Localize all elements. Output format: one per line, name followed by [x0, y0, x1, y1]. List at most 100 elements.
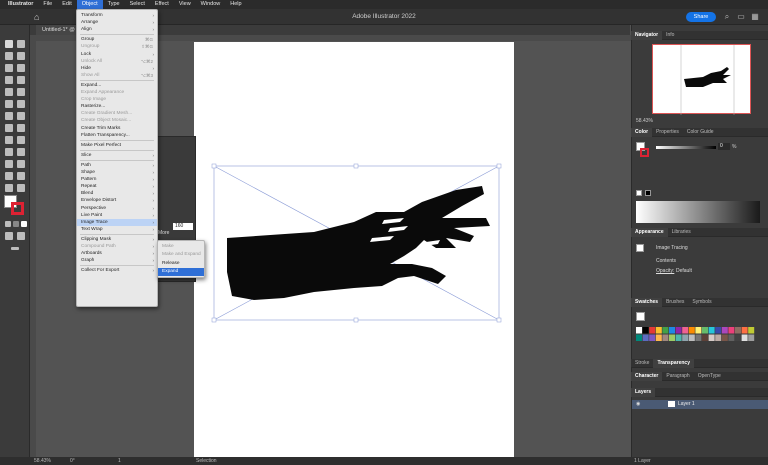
tab-appearance[interactable]: Appearance [631, 227, 668, 237]
color-swatch[interactable] [721, 327, 728, 334]
color-swatch[interactable] [695, 334, 702, 342]
status-zoom[interactable]: 58.43% [34, 457, 51, 465]
menu-item-text-wrap[interactable]: Text Wrap › [77, 226, 157, 234]
tab-color[interactable]: Color [631, 127, 653, 137]
direct-selection-tool-icon[interactable] [17, 40, 25, 48]
menu-file[interactable]: File [38, 0, 57, 9]
property-value-field[interactable]: 160 [173, 223, 193, 230]
color-swatch[interactable] [708, 327, 715, 334]
color-swatch[interactable] [735, 334, 741, 342]
opacity-label[interactable]: Opacity: [656, 268, 674, 274]
line-tool-icon[interactable] [17, 76, 25, 84]
white-swatch[interactable] [636, 190, 642, 196]
menu-item-flatten-transparency[interactable]: Flatten Transparency... [77, 132, 157, 140]
tab-paragraph[interactable]: Paragraph [662, 372, 693, 381]
menu-item-graph[interactable]: Graph › [77, 257, 157, 265]
status-angle[interactable]: 0° [70, 457, 75, 465]
tab-properties[interactable]: Properties [652, 128, 683, 137]
blend-tool-icon[interactable] [5, 172, 13, 180]
menu-item-collect-for-export[interactable]: Collect For Export › [77, 267, 157, 275]
shape-builder-tool-icon[interactable] [17, 136, 25, 144]
tab-opentype[interactable]: OpenType [694, 372, 725, 381]
tab-transparency[interactable]: Transparency [653, 358, 694, 368]
color-swatch[interactable] [702, 334, 708, 342]
gradient-mode-icon[interactable] [13, 221, 19, 227]
k-slider[interactable] [656, 146, 716, 149]
stroke-swatch[interactable] [11, 202, 24, 215]
lasso-tool-icon[interactable] [17, 52, 25, 60]
shaper-tool-icon[interactable] [5, 100, 13, 108]
color-swatch[interactable] [695, 327, 702, 334]
traced-hand-artwork[interactable] [194, 42, 514, 457]
color-swatch[interactable] [669, 334, 675, 342]
color-stroke-swatch[interactable] [640, 148, 649, 157]
color-swatch[interactable] [682, 334, 689, 342]
color-swatch[interactable] [688, 334, 695, 342]
menu-select[interactable]: Select [125, 0, 150, 9]
tab-color-guide[interactable]: Color Guide [683, 128, 718, 137]
screen-mode-icon[interactable] [17, 232, 25, 240]
perspective-grid-tool-icon[interactable] [5, 148, 13, 156]
draw-mode-icon[interactable] [5, 232, 13, 240]
color-swatch[interactable] [636, 334, 642, 342]
color-swatch[interactable] [715, 334, 722, 342]
free-transform-tool-icon[interactable] [5, 136, 13, 144]
appearance-contents-row[interactable]: Contents [656, 258, 676, 264]
status-artboard-number[interactable]: 1 [118, 457, 121, 465]
curvature-tool-icon[interactable] [17, 64, 25, 72]
swatch-grid[interactable] [636, 327, 756, 343]
color-swatch[interactable] [741, 334, 748, 342]
submenu-item-release[interactable]: Release [158, 260, 204, 268]
color-swatch[interactable] [636, 327, 642, 334]
app-menu[interactable]: Illustrator [0, 0, 38, 9]
gradient-tool-icon[interactable] [5, 160, 13, 168]
share-button[interactable]: Share [686, 12, 716, 22]
edit-toolbar-icon[interactable] [11, 247, 19, 250]
more-button[interactable]: More [158, 230, 169, 236]
swatch-fill-indicator[interactable] [636, 312, 645, 321]
tab-symbols[interactable]: Symbols [688, 298, 715, 307]
layer-name[interactable]: Layer 1 [678, 401, 695, 407]
type-tool-icon[interactable] [5, 76, 13, 84]
tab-character[interactable]: Character [631, 371, 663, 381]
rotate-tool-icon[interactable] [17, 112, 25, 120]
magic-wand-tool-icon[interactable] [5, 52, 13, 60]
color-swatch[interactable] [702, 327, 708, 334]
tab-stroke[interactable]: Stroke [631, 359, 653, 368]
color-swatch[interactable] [642, 334, 649, 342]
color-swatch[interactable] [715, 327, 722, 334]
menu-item-make-pixel-perfect[interactable]: Make Pixel Perfect [77, 142, 157, 150]
menu-item-slice[interactable]: Slice › [77, 152, 157, 160]
eyedropper-tool-icon[interactable] [17, 160, 25, 168]
menu-item-align[interactable]: Align › [77, 26, 157, 34]
color-swatch[interactable] [728, 327, 735, 334]
tab-brushes[interactable]: Brushes [662, 298, 688, 307]
color-swatch[interactable] [721, 334, 728, 342]
tab-swatches[interactable]: Swatches [631, 297, 663, 307]
color-swatch[interactable] [655, 334, 662, 342]
color-swatch[interactable] [741, 327, 748, 334]
color-spectrum[interactable] [636, 201, 760, 223]
menu-effect[interactable]: Effect [150, 0, 174, 9]
paintbrush-tool-icon[interactable] [17, 88, 25, 96]
zoom-tool-icon[interactable] [17, 184, 25, 192]
color-swatch[interactable] [662, 327, 669, 334]
menu-object[interactable]: Object [76, 0, 103, 9]
color-swatch[interactable] [662, 334, 669, 342]
scale-tool-icon[interactable] [5, 124, 13, 132]
hand-tool-icon[interactable] [5, 184, 13, 192]
color-swatch[interactable] [708, 334, 715, 342]
color-swatch[interactable] [735, 327, 741, 334]
submenu-item-expand[interactable]: Expand [158, 268, 204, 276]
artboard[interactable] [194, 42, 514, 457]
menu-type[interactable]: Type [103, 0, 125, 9]
color-swatch[interactable] [748, 334, 755, 342]
color-swatch[interactable] [748, 327, 755, 334]
tab-navigator[interactable]: Navigator [631, 30, 663, 40]
color-swatch[interactable] [655, 327, 662, 334]
k-value-field[interactable]: 0 [718, 143, 730, 150]
eraser-tool-icon[interactable] [5, 112, 13, 120]
color-swatch[interactable] [649, 327, 656, 334]
width-tool-icon[interactable] [17, 124, 25, 132]
menu-edit[interactable]: Edit [57, 0, 76, 9]
